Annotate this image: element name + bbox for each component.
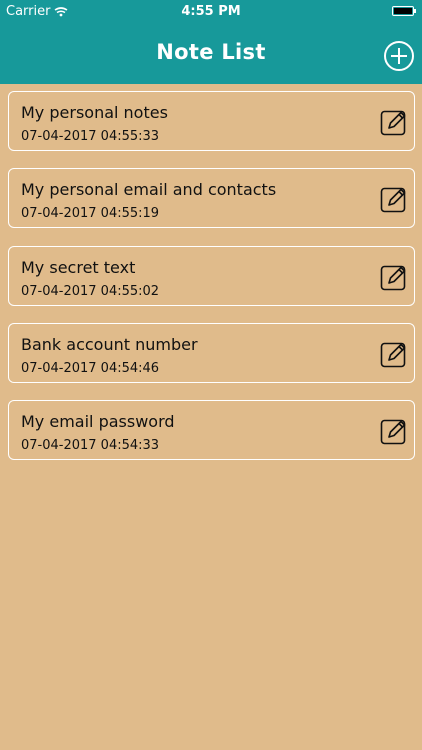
edit-icon[interactable] [380,185,408,213]
note-date: 07-04-2017 04:55:02 [21,284,160,299]
note-date: 07-04-2017 04:54:33 [21,438,160,453]
note-title: Bank account number [21,335,198,354]
note-date: 07-04-2017 04:55:33 [21,129,160,144]
note-title: My email password [21,412,175,431]
page-title: Note List [156,40,266,64]
note-item[interactable]: My personal email and contacts 07-04-201… [8,168,415,228]
note-item[interactable]: Bank account number 07-04-2017 04:54:46 [8,323,415,383]
note-date: 07-04-2017 04:55:19 [21,206,160,221]
edit-icon[interactable] [380,263,408,291]
note-date: 07-04-2017 04:54:46 [21,361,160,376]
note-list: My personal notes 07-04-2017 04:55:33 My… [0,84,422,750]
note-item[interactable]: My email password 07-04-2017 04:54:33 [8,400,415,460]
clock: 4:55 PM [181,4,241,19]
note-title: My personal email and contacts [21,180,277,199]
note-item[interactable]: My personal notes 07-04-2017 04:55:33 [8,91,415,151]
note-title: My secret text [21,258,136,277]
edit-icon[interactable] [380,108,408,136]
note-item[interactable]: My secret text 07-04-2017 04:55:02 [8,246,415,306]
add-note-button[interactable] [384,41,414,71]
navigation-bar: Carrier 4:55 PM Note List [0,0,422,84]
edit-icon[interactable] [380,340,408,368]
status-bar: Carrier 4:55 PM [0,0,422,24]
edit-icon[interactable] [380,417,408,445]
note-title: My personal notes [21,103,168,122]
battery-icon [392,6,416,16]
